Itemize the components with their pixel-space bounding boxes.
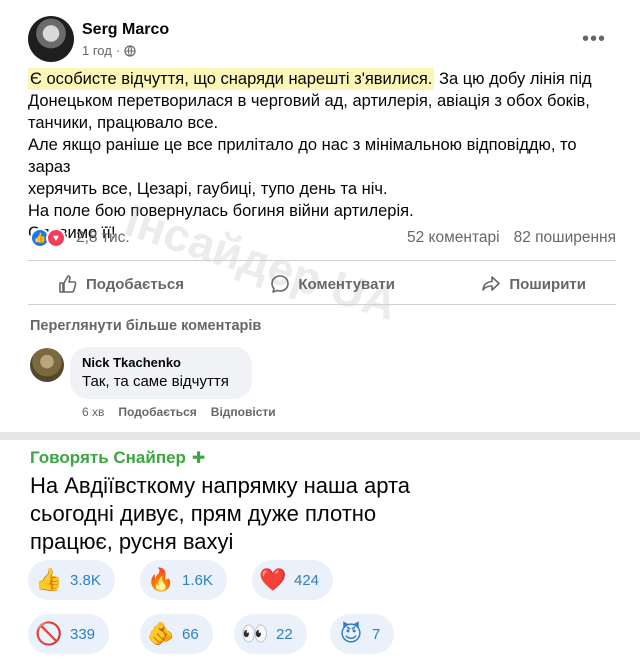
thumbs-up-icon: 👍 bbox=[35, 567, 63, 592]
post-text: Є особисте відчуття, що снаряди нарешті … bbox=[28, 68, 618, 244]
more-options-icon[interactable]: ••• bbox=[582, 28, 606, 51]
devil-icon: 😈 bbox=[339, 621, 363, 646]
post-line: танчики, працювало все. bbox=[28, 114, 219, 132]
reaction-no-russia[interactable]: 🚫 339 bbox=[28, 614, 110, 654]
thumbs-up-icon bbox=[59, 275, 77, 293]
reaction-count: 3.8K bbox=[70, 571, 101, 589]
post-line: Але якщо раніше це все прилітало до нас … bbox=[28, 136, 577, 176]
plus-icon: ✚ bbox=[191, 450, 206, 467]
reactions-summary: 👍 ♥ 2,8 тис. 52 коментарі 82 поширення bbox=[30, 228, 616, 250]
post-line: За цю добу лінія під bbox=[434, 70, 592, 88]
comment-label: Коментувати bbox=[298, 275, 395, 293]
comment-text: Так, та саме відчуття bbox=[82, 373, 229, 390]
reaction-heart[interactable]: ❤️ 424 bbox=[252, 560, 334, 600]
post-meta: 1 год · bbox=[82, 43, 136, 58]
share-button[interactable]: Поширити bbox=[481, 268, 586, 300]
author-name[interactable]: Serg Marco bbox=[82, 21, 169, 39]
post-stats: 52 коментарі 82 поширення bbox=[407, 229, 616, 247]
separator-band bbox=[0, 432, 640, 440]
reaction-count: 66 bbox=[182, 625, 199, 643]
fire-icon: 🔥 bbox=[147, 567, 175, 592]
prohibited-icon: 🚫 bbox=[35, 621, 63, 646]
reaction-pointing[interactable]: 🫵 66 bbox=[140, 614, 213, 654]
share-icon bbox=[482, 276, 501, 291]
reaction-thumbs-up[interactable]: 👍 3.8K bbox=[28, 560, 115, 600]
comment-icon bbox=[271, 275, 290, 293]
comment-button[interactable]: Коментувати bbox=[270, 268, 395, 300]
post-line: Донецьком перетворилася в черговий ад, а… bbox=[28, 92, 590, 110]
heart-icon: ❤️ bbox=[259, 567, 287, 592]
shares-count[interactable]: 82 поширення bbox=[514, 229, 616, 247]
message-text: На Авдіївсткому напрямку наша арта сього… bbox=[30, 473, 411, 554]
post-line: херячить все, Цезарі, гаубиці, тупо день… bbox=[28, 180, 388, 198]
telegram-message: Говорять Снайпер ✚ На Авдіївсткому напря… bbox=[0, 440, 640, 672]
view-more-comments-link[interactable]: Переглянути більше коментарів bbox=[30, 318, 261, 334]
reaction-count: 1.6K bbox=[182, 571, 213, 589]
love-reaction-icon: ♥ bbox=[46, 228, 66, 248]
reaction-fire[interactable]: 🔥 1.6K bbox=[140, 560, 227, 600]
reaction-count: 339 bbox=[70, 625, 96, 643]
eyes-icon: 👀 bbox=[241, 621, 269, 646]
divider bbox=[28, 304, 616, 305]
reaction-count: 424 bbox=[294, 571, 320, 589]
globe-icon bbox=[124, 44, 136, 57]
facebook-post: Serg Marco 1 год · ••• Є особисте відчут… bbox=[0, 0, 640, 432]
like-label: Подобається bbox=[86, 275, 184, 293]
post-line: На поле бою повернулась богиня війни арт… bbox=[28, 202, 414, 220]
reaction-count: 22 bbox=[276, 625, 293, 643]
comment-time[interactable]: 6 хв bbox=[82, 405, 104, 419]
message-author-name: Говорять Снайпер bbox=[30, 448, 186, 467]
commenter-name[interactable]: Nick Tkachenko bbox=[82, 355, 240, 370]
commenter-avatar[interactable] bbox=[30, 348, 64, 382]
pointing-hand-icon: 🫵 bbox=[147, 621, 175, 646]
comments-count[interactable]: 52 коментарі bbox=[407, 229, 500, 247]
author-avatar[interactable] bbox=[28, 16, 74, 62]
comment-reply-button[interactable]: Відповісти bbox=[211, 405, 276, 419]
post-actions: Подобається Коментувати Поширити bbox=[28, 268, 616, 300]
comment-bubble: Nick Tkachenko Так, та саме відчуття bbox=[70, 347, 252, 399]
post-time[interactable]: 1 год bbox=[82, 43, 112, 58]
reaction-icons[interactable]: 👍 ♥ bbox=[30, 228, 66, 248]
comment-like-button[interactable]: Подобається bbox=[118, 405, 196, 419]
reactions-count[interactable]: 2,8 тис. bbox=[76, 229, 130, 247]
reaction-eyes[interactable]: 👀 22 bbox=[234, 614, 307, 654]
comment-actions: 6 хв Подобається Відповісти bbox=[82, 405, 276, 419]
divider bbox=[28, 260, 616, 261]
reaction-devil[interactable]: 😈 7 bbox=[330, 614, 395, 654]
highlighted-text: Є особисте відчуття, що снаряди нарешті … bbox=[28, 68, 435, 90]
share-label: Поширити bbox=[509, 275, 586, 293]
like-button[interactable]: Подобається bbox=[58, 268, 184, 300]
reaction-count: 7 bbox=[372, 625, 381, 643]
message-author[interactable]: Говорять Снайпер ✚ bbox=[30, 448, 205, 468]
